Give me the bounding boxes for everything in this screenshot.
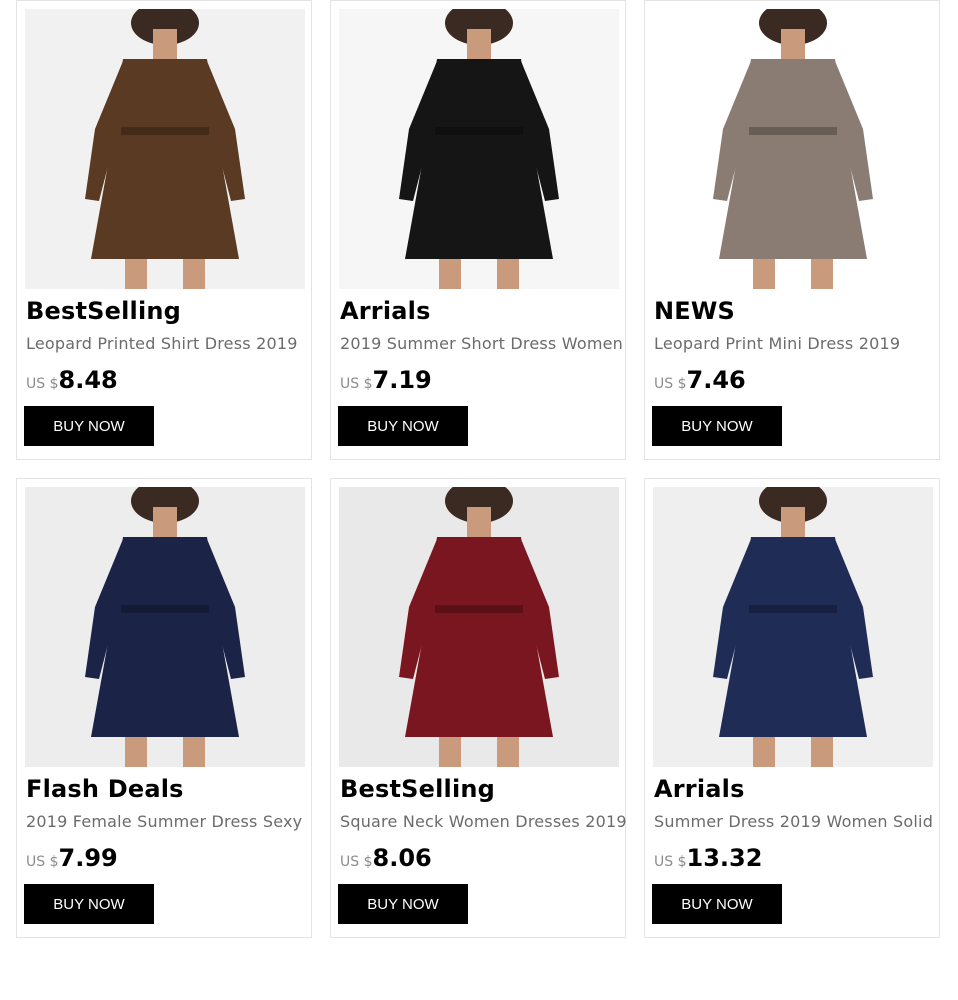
price-amount: 8.06 xyxy=(372,844,432,872)
product-tag: Arrials xyxy=(340,297,431,325)
currency-label: US $ xyxy=(340,376,373,392)
product-name[interactable]: Square Neck Women Dresses 2019 xyxy=(340,812,627,831)
price-amount: 7.19 xyxy=(372,366,432,394)
buy-now-button[interactable]: BUY NOW xyxy=(652,406,782,446)
product-price: US $7.19 xyxy=(340,366,432,394)
currency-label: US $ xyxy=(340,854,373,870)
product-name[interactable]: Leopard Print Mini Dress 2019 xyxy=(654,334,900,353)
price-amount: 7.46 xyxy=(686,366,746,394)
product-image[interactable] xyxy=(653,487,933,767)
product-card[interactable]: Arrials Summer Dress 2019 Women Solid US… xyxy=(644,478,940,938)
buy-now-button[interactable]: BUY NOW xyxy=(338,406,468,446)
product-image[interactable] xyxy=(25,487,305,767)
product-card[interactable]: Flash Deals 2019 Female Summer Dress Sex… xyxy=(16,478,312,938)
buy-now-button[interactable]: BUY NOW xyxy=(338,884,468,924)
dress-illustration xyxy=(85,9,245,289)
dress-illustration xyxy=(713,9,873,289)
product-card[interactable]: BestSelling Square Neck Women Dresses 20… xyxy=(330,478,627,938)
product-tag: NEWS xyxy=(654,297,736,325)
product-tag: Arrials xyxy=(654,775,745,803)
buy-now-button[interactable]: BUY NOW xyxy=(24,884,154,924)
product-tag: Flash Deals xyxy=(26,775,184,803)
product-name[interactable]: Leopard Printed Shirt Dress 2019 xyxy=(26,334,298,353)
product-name[interactable]: 2019 Female Summer Dress Sexy xyxy=(26,812,302,831)
buy-now-button[interactable]: BUY NOW xyxy=(24,406,154,446)
product-card[interactable]: Arrials 2019 Summer Short Dress Women US… xyxy=(330,0,626,460)
product-price: US $7.99 xyxy=(26,844,118,872)
product-price: US $8.48 xyxy=(26,366,118,394)
product-price: US $7.46 xyxy=(654,366,746,394)
product-image[interactable] xyxy=(339,487,619,767)
price-amount: 8.48 xyxy=(58,366,118,394)
buy-now-button[interactable]: BUY NOW xyxy=(652,884,782,924)
product-image[interactable] xyxy=(25,9,305,289)
product-name[interactable]: 2019 Summer Short Dress Women xyxy=(340,334,623,353)
dress-illustration xyxy=(713,487,873,767)
currency-label: US $ xyxy=(654,854,687,870)
product-price: US $8.06 xyxy=(340,844,432,872)
currency-label: US $ xyxy=(26,854,59,870)
dress-illustration xyxy=(399,487,559,767)
currency-label: US $ xyxy=(654,376,687,392)
price-amount: 7.99 xyxy=(58,844,118,872)
product-card[interactable]: BestSelling Leopard Printed Shirt Dress … xyxy=(16,0,312,460)
product-image[interactable] xyxy=(653,9,933,289)
product-price: US $13.32 xyxy=(654,844,762,872)
currency-label: US $ xyxy=(26,376,59,392)
product-card[interactable]: NEWS Leopard Print Mini Dress 2019 US $7… xyxy=(644,0,940,460)
product-tag: BestSelling xyxy=(26,297,182,325)
product-name[interactable]: Summer Dress 2019 Women Solid xyxy=(654,812,933,831)
dress-illustration xyxy=(85,487,245,767)
price-amount: 13.32 xyxy=(686,844,763,872)
product-image[interactable] xyxy=(339,9,619,289)
product-tag: BestSelling xyxy=(340,775,496,803)
dress-illustration xyxy=(399,9,559,289)
